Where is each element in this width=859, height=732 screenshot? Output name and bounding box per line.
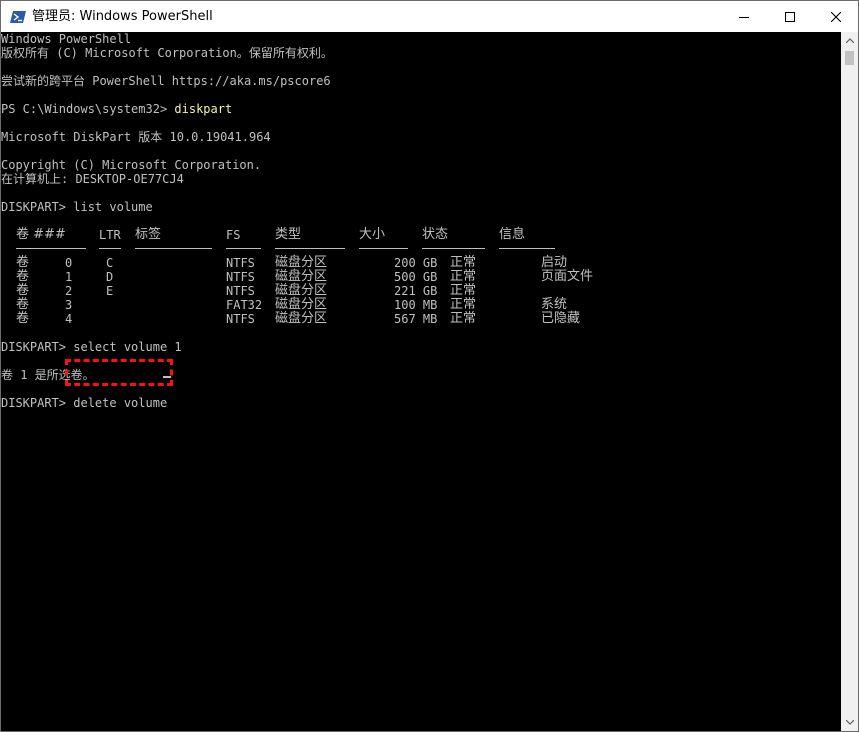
table-cell: 567 MB xyxy=(394,312,438,326)
chevron-down-icon xyxy=(845,720,854,725)
table-cell: 卷 xyxy=(16,255,30,270)
table-cell: NTFS xyxy=(226,270,255,284)
table-cell: 卷 xyxy=(16,283,30,298)
table-cell: 页面文件 xyxy=(541,269,594,284)
console-output[interactable]: Windows PowerShell 版权所有 (C) Microsoft Co… xyxy=(1,32,841,731)
table-cell: 磁盘分区 xyxy=(275,297,328,312)
table-cell: 正常 xyxy=(450,283,477,298)
table-header: 信息 xyxy=(499,227,526,242)
highlight-box xyxy=(65,359,173,386)
table-cell: NTFS xyxy=(226,284,255,298)
table-cell: 正常 xyxy=(450,297,477,312)
table-cell: C xyxy=(106,256,114,270)
console-line: DISKPART> list volume xyxy=(1,200,153,214)
scroll-up-button[interactable] xyxy=(841,32,858,49)
table-cell: 3 xyxy=(65,298,73,312)
console-line: 版权所有 (C) Microsoft Corporation。保留所有权利。 xyxy=(1,46,333,60)
table-cell: 卷 xyxy=(16,297,30,312)
table-rule xyxy=(275,248,345,249)
table-cell: 磁盘分区 xyxy=(275,283,328,298)
table-header: LTR xyxy=(99,228,121,242)
table-header: 标签 xyxy=(135,227,162,242)
table-cell: 磁盘分区 xyxy=(275,269,328,284)
vertical-scrollbar[interactable] xyxy=(841,32,858,731)
table-cell: 221 GB xyxy=(394,284,438,298)
table-rule xyxy=(422,248,485,249)
current-command: delete volume xyxy=(73,396,168,410)
console-line: 尝试新的跨平台 PowerShell https://aka.ms/pscore… xyxy=(1,74,331,88)
maximize-icon xyxy=(785,11,795,22)
prompt: DISKPART> xyxy=(1,396,74,410)
powershell-window: 管理员: Windows PowerShell Windows PowerShe… xyxy=(0,0,859,732)
table-cell: 2 xyxy=(65,284,73,298)
minimize-icon xyxy=(739,16,749,18)
prompt: PS C:\Windows\system32> xyxy=(1,102,175,116)
table-cell: 200 GB xyxy=(394,256,438,270)
table-cell: 4 xyxy=(65,312,73,326)
table-cell: 系统 xyxy=(541,297,568,312)
console-line: DISKPART> select volume 1 xyxy=(1,340,182,354)
table-cell: D xyxy=(106,270,114,284)
window-title: 管理员: Windows PowerShell xyxy=(32,9,213,24)
scroll-down-button[interactable] xyxy=(841,714,858,731)
table-cell: 1 xyxy=(65,270,73,284)
table-cell: 磁盘分区 xyxy=(275,255,328,270)
console-line: Microsoft DiskPart 版本 10.0.19041.964 xyxy=(1,130,271,144)
table-cell: 正常 xyxy=(450,269,477,284)
table-cell: 已隐藏 xyxy=(541,311,581,326)
console-line: Copyright (C) Microsoft Corporation. xyxy=(1,158,262,172)
table-header: 卷 ### xyxy=(16,227,66,242)
table-cell: 100 MB xyxy=(394,298,438,312)
console-line: Windows PowerShell xyxy=(1,32,132,46)
console-line: 在计算机上: DESKTOP-OE77CJ4 xyxy=(1,172,184,186)
table-cell: 正常 xyxy=(450,311,477,326)
table-cell: 卷 xyxy=(16,269,30,284)
table-cell: E xyxy=(106,284,114,298)
table-header: FS xyxy=(226,228,241,242)
command-text: diskpart xyxy=(174,102,233,116)
powershell-icon xyxy=(10,11,26,23)
chevron-up-icon xyxy=(845,38,854,43)
table-rule xyxy=(99,248,121,249)
table-header: 类型 xyxy=(275,227,302,242)
table-rule xyxy=(499,248,555,249)
table-cell: 正常 xyxy=(450,255,477,270)
close-button[interactable] xyxy=(813,1,859,32)
table-rule xyxy=(16,248,86,249)
table-cell: 0 xyxy=(65,256,73,270)
table-cell: 500 GB xyxy=(394,270,438,284)
table-header: 大小 xyxy=(359,227,386,242)
minimize-button[interactable] xyxy=(721,1,767,32)
table-rule xyxy=(359,248,408,249)
title-bar[interactable]: 管理员: Windows PowerShell xyxy=(1,1,858,32)
maximize-button[interactable] xyxy=(767,1,813,32)
table-cell: 启动 xyxy=(541,255,568,270)
table-cell: FAT32 xyxy=(226,298,263,312)
table-cell: NTFS xyxy=(226,256,255,270)
console-line: DISKPART> delete volume xyxy=(1,396,167,411)
table-header: 状态 xyxy=(422,227,449,242)
scroll-thumb[interactable] xyxy=(845,51,854,65)
table-cell: NTFS xyxy=(226,312,255,326)
table-cell: 卷 xyxy=(16,311,30,326)
close-icon xyxy=(831,11,841,22)
table-rule xyxy=(226,248,261,249)
console-line: PS C:\Windows\system32> diskpart xyxy=(1,102,232,117)
table-cell: 磁盘分区 xyxy=(275,311,328,326)
table-rule xyxy=(135,248,212,249)
